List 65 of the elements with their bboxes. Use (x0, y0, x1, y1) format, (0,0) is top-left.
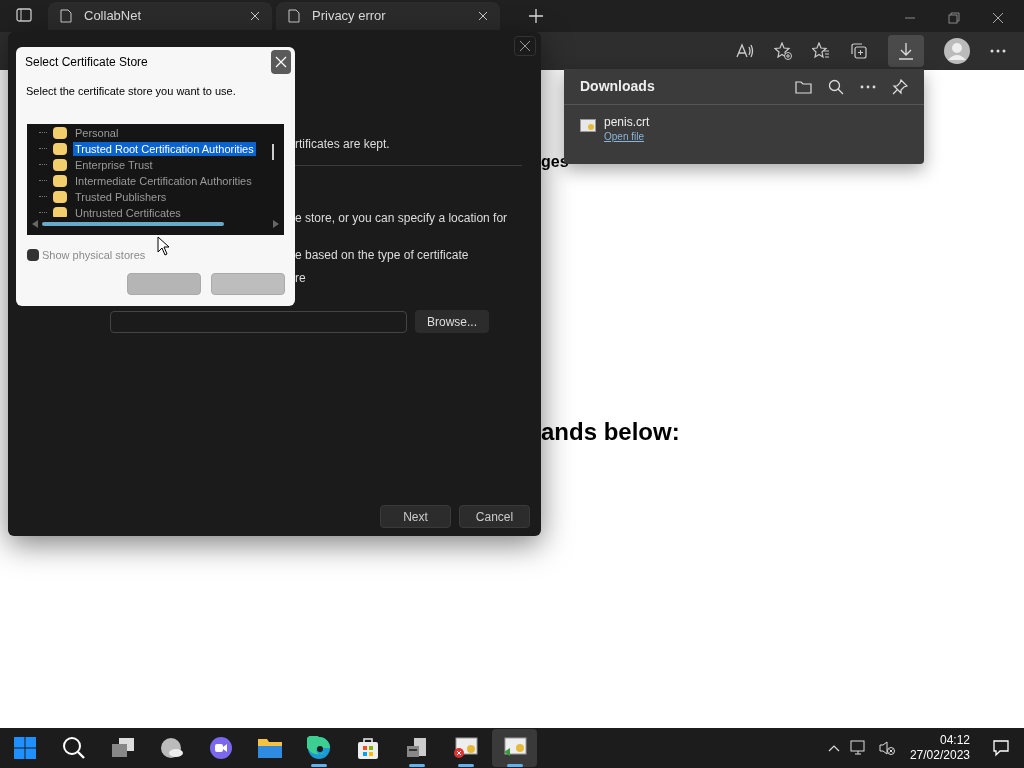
file-name: penis.crt (604, 115, 650, 130)
close-icon (275, 56, 287, 68)
notifications-icon[interactable] (992, 739, 1010, 757)
certificate-import-icon[interactable] (492, 729, 537, 767)
certificate-file-icon (580, 119, 596, 132)
scroll-left-icon[interactable] (32, 219, 38, 228)
tree-item[interactable]: Intermediate Certification Authorities (73, 173, 254, 188)
tree-item[interactable]: Untrusted Certificates (73, 205, 183, 217)
browser-tab[interactable]: Privacy error (276, 2, 500, 30)
scrollbar-thumb[interactable] (42, 221, 224, 226)
checkbox[interactable] (27, 248, 39, 261)
folder-icon (53, 190, 67, 203)
close-icon[interactable] (514, 36, 536, 56)
tab-actions-icon[interactable] (16, 7, 32, 23)
pin-icon[interactable] (892, 78, 908, 95)
folder-icon (53, 174, 67, 187)
page-icon (60, 9, 72, 23)
clock-date[interactable]: 27/02/2023 (909, 748, 970, 763)
scroll-right-icon[interactable] (273, 219, 279, 228)
browser-tab[interactable]: CollabNet (48, 2, 272, 30)
open-file-link[interactable]: Open file (604, 130, 650, 144)
new-tab-button[interactable] (528, 8, 544, 24)
tree-item[interactable]: Trusted Root Certification Authorities (73, 141, 256, 156)
panel-title: Downloads (580, 77, 656, 96)
prompt-text: Select the certificate store you want to use. (25, 84, 237, 99)
folder-icon (53, 158, 67, 171)
dialog-title: Select Certificate Store (25, 54, 148, 71)
heading-text: ands below: (541, 417, 680, 447)
instruction-text: re (295, 270, 307, 286)
close-button[interactable] (271, 50, 291, 74)
page-icon (288, 9, 300, 23)
profile-icon[interactable] (944, 38, 970, 64)
instruction-text: e based on the type of certificate (295, 247, 470, 263)
input-field[interactable] (110, 310, 407, 333)
browse-button[interactable]: Browse... (415, 310, 489, 333)
folder-icon (53, 206, 67, 217)
close-icon[interactable] (992, 12, 1004, 24)
more-icon[interactable] (860, 84, 876, 89)
tree-item[interactable]: Personal (73, 125, 121, 140)
favorites-icon[interactable] (812, 42, 830, 60)
wizard-button[interactable]: Next (380, 505, 451, 528)
collections-icon[interactable] (850, 42, 868, 60)
folder-icon (53, 142, 67, 155)
downloads-button[interactable] (888, 35, 924, 67)
mouse-pointer-icon (157, 236, 170, 256)
scrollbar-thumb[interactable] (272, 143, 274, 160)
heading-text: ges (541, 152, 569, 172)
chevron-up-icon[interactable] (827, 744, 840, 752)
restore-icon[interactable] (948, 12, 960, 24)
wizard-button[interactable]: Cancel (459, 505, 530, 528)
read-aloud-icon[interactable] (736, 43, 754, 59)
folder-icon[interactable] (795, 79, 812, 94)
network-icon[interactable] (849, 740, 868, 756)
clock-time[interactable]: 04:12 (939, 733, 970, 748)
search-icon[interactable] (828, 78, 844, 95)
tree-item[interactable]: Enterprise Trust (73, 157, 155, 172)
muted-speaker-icon[interactable] (877, 740, 896, 756)
tree-item[interactable]: Trusted Publishers (73, 189, 169, 204)
folder-icon (53, 126, 67, 139)
checkbox-label: Show physical stores (42, 247, 146, 263)
download-icon (898, 42, 914, 60)
instruction-text: rtificates are kept. (295, 136, 391, 152)
instruction-text: e store, or you can specify a location for (295, 210, 509, 226)
more-icon[interactable] (990, 49, 1006, 53)
add-favorite-icon[interactable] (774, 42, 792, 60)
